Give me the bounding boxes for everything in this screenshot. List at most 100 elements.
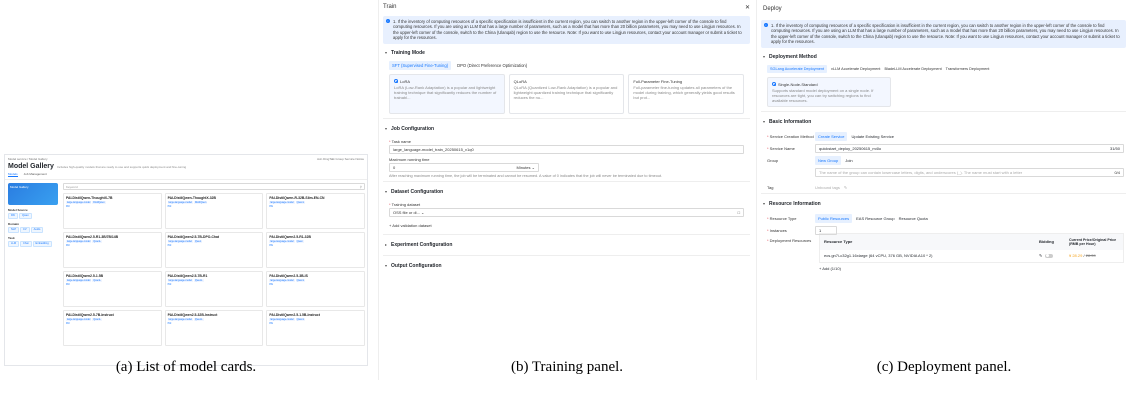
model-card[interactable]: PAI-DistilQwen2.5-1.5B large-language-mod… <box>63 271 162 307</box>
model-card[interactable]: PAI-DistilQwen2.5-3B-IS large-language-mo… <box>266 271 365 307</box>
tab-bladellm[interactable]: BladeLLM Accelerate Deployment <box>884 67 941 71</box>
max-time-input[interactable]: 0 Minutes ⌄ <box>389 162 539 172</box>
model-name: PAI-DistilQwen2.5-R1-32B <box>269 235 311 239</box>
add-resource-link[interactable]: + Add (1/10) <box>819 266 841 271</box>
model-card[interactable]: PAI-DistilQwen2.5-R1-32B large-language-m… <box>266 232 365 268</box>
model-tag: large-language-model <box>269 279 295 282</box>
section-basic-information[interactable]: ▾ Basic Information <box>757 115 1130 129</box>
model-tag: large-language-model <box>167 279 193 282</box>
tab-dpo[interactable]: DPO (Direct Preference Optimization) <box>457 63 527 68</box>
top-right-links[interactable]: Join DingTalk Group Service Notice <box>317 157 364 161</box>
card-qlora[interactable]: QLoRA QLoRA (Quantized Low-Rank Adaptati… <box>508 73 625 114</box>
table-row[interactable]: ecs.gn7i-c32g1.16xlarge (64 vCPU, 376 GB… <box>820 250 1123 262</box>
gallery-topbar: Model service / Model Gallery Join DingT… <box>5 155 367 163</box>
section-job-configuration[interactable]: ▾ Job Configuration <box>379 122 754 136</box>
edit-icon[interactable]: ✎ <box>1039 253 1042 258</box>
model-provider: PAI <box>167 244 172 247</box>
filter-chip[interactable]: Qwen <box>19 213 32 219</box>
caption-c: (c) Deployment panel. <box>876 359 1012 375</box>
section-resource-information[interactable]: ▾ Resource Information <box>757 197 1130 211</box>
group-name-input[interactable]: The name of the group can contain lowerc… <box>815 167 1124 177</box>
service-name-input[interactable]: quickstart_deploy_20250615_m4lo 31/50 <box>815 143 1124 153</box>
tab-vllm[interactable]: vLLM Accelerate Deployment <box>831 67 880 71</box>
section-training-mode[interactable]: ▾ Training Mode <box>379 46 754 60</box>
dataset-source-select[interactable]: OSS file or di... <box>393 210 420 215</box>
page-title: Model Gallery <box>8 163 54 170</box>
model-provider: PAI <box>269 322 274 325</box>
tab-sglang[interactable]: SGLang Accelerate Deployment <box>767 64 828 73</box>
card-single-node[interactable]: Single-Node-Standard Supports standard m… <box>767 76 891 107</box>
model-card[interactable]: PAI-DistilQwen2.5-7B-Instruct large-langu… <box>63 310 162 346</box>
tab-job-management[interactable]: Job Management <box>24 172 47 177</box>
section-deployment-method[interactable]: ▾ Deployment Method <box>757 50 1130 64</box>
chevron-right-icon: ▸ <box>385 242 388 248</box>
tab-transformers[interactable]: Transformers Deployment <box>946 67 990 71</box>
model-name: PAI-DistilQwen2.5-R1-3B/7B/14B <box>66 235 119 239</box>
model-card[interactable]: PAI-DistilQwen-R-32B-Slim-EN-CN large-lan… <box>266 193 365 229</box>
section-title: Output Configuration <box>391 262 442 269</box>
model-provider: PAI <box>269 205 274 208</box>
training-dataset-input[interactable]: OSS file or di... ⌄ □ <box>389 207 744 217</box>
divider <box>383 180 750 182</box>
tab-eas-resource-group[interactable]: EAS Resource Group <box>856 216 894 221</box>
model-tag: Qwen <box>193 240 203 243</box>
search-icon[interactable]: ⚲ <box>360 185 362 189</box>
close-icon[interactable]: ✕ <box>745 4 750 11</box>
tab-update-existing-service[interactable]: Update Existing Service <box>851 134 893 139</box>
service-name-label: * Service Name <box>767 145 795 151</box>
search-input[interactable]: Keyword ⚲ <box>63 183 365 190</box>
tab-public-resources[interactable]: Public Resources <box>815 213 853 223</box>
instances-input[interactable]: 1 <box>815 225 837 235</box>
add-resource-row: + Add (1/10) <box>819 266 1124 271</box>
model-card[interactable]: PAI-DistilQwen2.5-32B-Instruct large-lang… <box>164 310 264 346</box>
filter-chip[interactable]: Chat <box>20 241 32 247</box>
tab-create-service[interactable]: Create Service <box>815 131 848 141</box>
model-card[interactable]: PAI-DistilQwen2.5-7B-DPO-Chat large-langu… <box>164 232 264 268</box>
card-desc: QLoRA (Quantized Low-Rank Adaptation) is… <box>513 84 618 100</box>
section-output-configuration[interactable]: ▾ Output Configuration <box>379 259 754 273</box>
model-card[interactable]: PAI-DistilQwen2.5-7B-R1 large-language-mo… <box>164 271 264 307</box>
card-desc: Supports standard model deployment on a … <box>772 87 874 103</box>
section-experiment-configuration[interactable]: ▸ Experiment Configuration <box>379 238 754 252</box>
model-tag: large-language-model <box>66 318 92 321</box>
filter-chip[interactable]: NLP <box>8 227 20 233</box>
tab-resource-quota[interactable]: Resource Quota <box>899 216 928 221</box>
card-title: Single-Node-Standard <box>778 81 818 87</box>
task-name-input[interactable]: large_language-model_train_20250615_v1q0 <box>389 144 744 154</box>
model-provider: PAI <box>167 205 172 208</box>
search-placeholder: Keyword <box>66 184 78 189</box>
add-validation-dataset-link[interactable]: + Add validation dataset <box>389 223 744 228</box>
model-card[interactable]: PAI-DistilQwen-ThoughtX-32B large-languag… <box>164 193 264 229</box>
model-card[interactable]: PAI-DistilQwen-ThoughtX-7B large-language… <box>63 193 162 229</box>
col-resource-type: Resource Type <box>824 239 853 245</box>
edit-icon[interactable]: ✎ <box>844 185 847 190</box>
bidding-toggle[interactable] <box>1045 253 1054 258</box>
filter-heading-source: Model Source <box>8 208 28 212</box>
card-full-parameter[interactable]: Full-Parameter Fine-Tuning Full-paramete… <box>628 73 745 114</box>
model-tag: Qwen <box>295 240 304 243</box>
deploy-header: Deploy <box>757 0 1130 18</box>
model-provider: PAI <box>269 244 274 247</box>
model-card[interactable]: PAI-DistilQwen2.5-R1-3B/7B/14B large-lang… <box>63 232 162 268</box>
max-time-unit[interactable]: Minutes <box>517 165 531 170</box>
deployment-method-tabs: SGLang Accelerate Deployment vLLM Accele… <box>767 64 1120 73</box>
tab-sft[interactable]: SFT (Supervised Fine-Tuning) <box>389 60 452 70</box>
resource-table: Resource Type Bidding Current Price/Orig… <box>819 232 1124 263</box>
chevron-down-icon: ▾ <box>385 50 388 56</box>
card-lora[interactable]: LoRA LoRA (Low-Rank Adaptation) is a pop… <box>389 73 505 114</box>
folder-icon[interactable]: □ <box>738 210 740 215</box>
divider <box>383 117 750 119</box>
filter-chip[interactable]: CV <box>20 227 30 233</box>
tab-models[interactable]: Models <box>8 172 18 177</box>
model-tag: large-language-model <box>66 240 92 243</box>
tab-join-group[interactable]: Join <box>845 158 852 163</box>
model-name: PAI-DistilQwen2.5-7B-Instruct <box>66 313 114 317</box>
tab-new-group[interactable]: New Group <box>815 155 842 165</box>
filter-chip[interactable]: Audio <box>30 227 44 233</box>
section-dataset-configuration[interactable]: ▾ Dataset Configuration <box>379 185 754 199</box>
filter-chip[interactable]: PAI <box>8 213 18 219</box>
filter-chip[interactable]: Embedding <box>32 241 52 247</box>
filter-chip[interactable]: LLM <box>8 241 20 247</box>
model-card[interactable]: PAI-DistilQwen2.5-1.5B-Instruct large-lan… <box>266 310 365 346</box>
divider <box>383 254 750 256</box>
